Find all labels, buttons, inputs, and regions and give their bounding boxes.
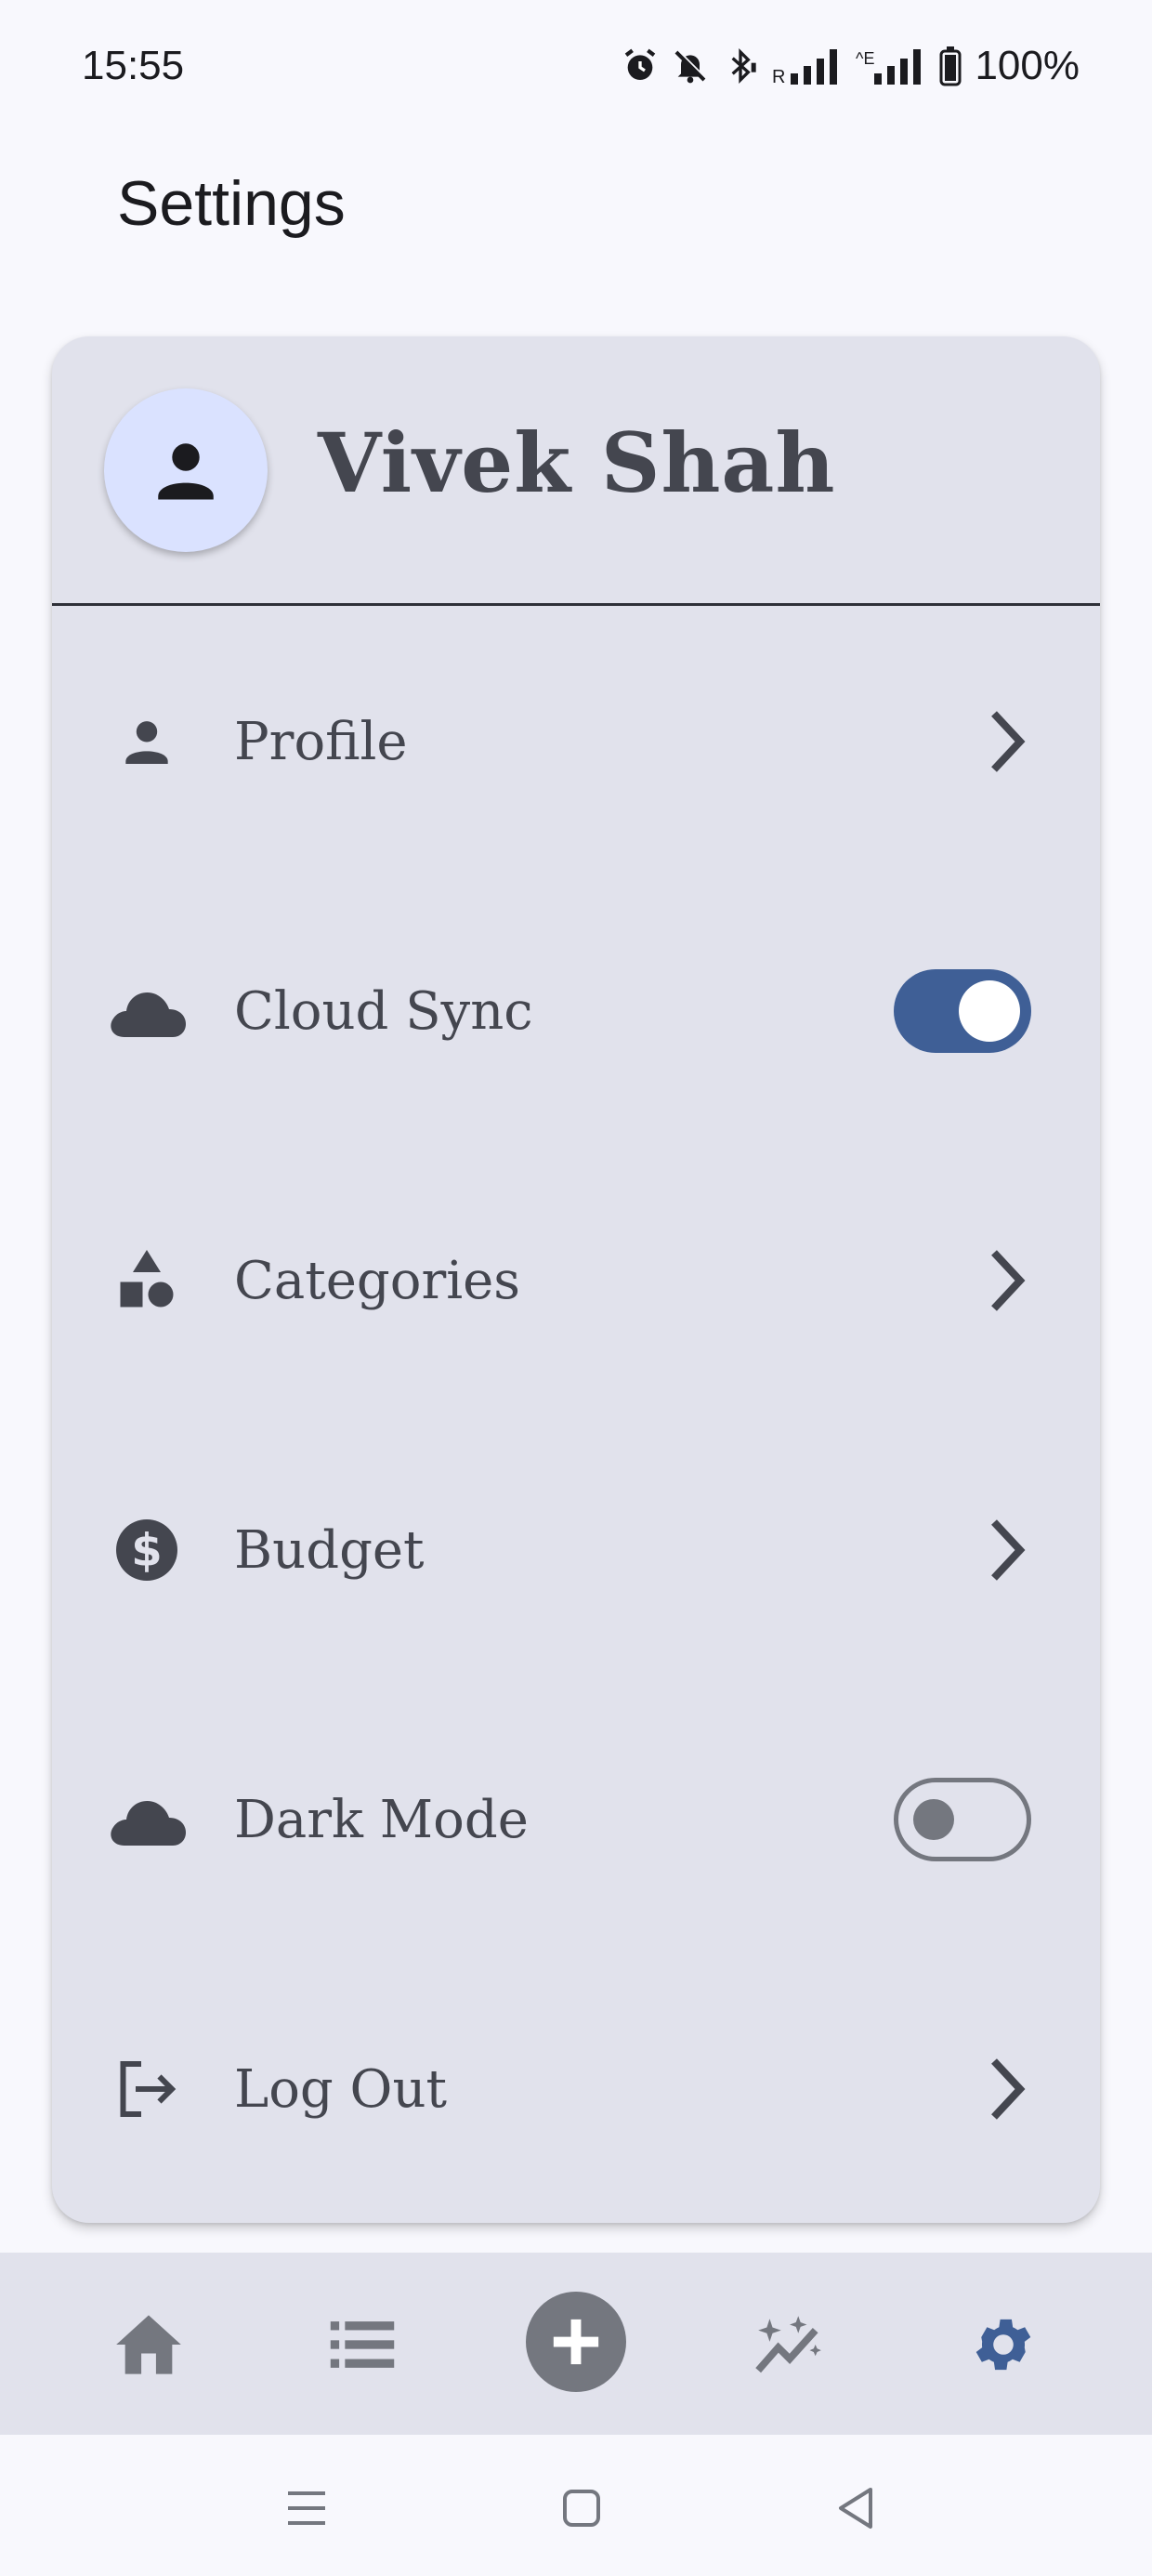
person-icon — [158, 443, 214, 500]
menu-icon — [288, 2491, 325, 2525]
settings-item-categories[interactable]: Categories — [52, 1206, 1100, 1355]
status-icons: R ^E 100% — [622, 43, 1080, 89]
settings-item-label: Categories — [234, 1250, 520, 1311]
chevron-right-icon — [979, 704, 1035, 779]
dollar-icon: $ — [100, 1504, 193, 1597]
logout-icon — [100, 2043, 193, 2136]
cloud-sync-toggle[interactable] — [894, 969, 1031, 1053]
chevron-right-icon — [979, 1513, 1035, 1587]
alarm-icon — [625, 48, 656, 80]
add-icon — [553, 2319, 599, 2365]
person-icon — [100, 695, 193, 788]
svg-text:R: R — [772, 67, 785, 85]
list-icon — [330, 2321, 395, 2368]
settings-item-profile[interactable]: Profile — [52, 667, 1100, 816]
battery-percent: 100% — [975, 43, 1080, 88]
nav-list[interactable] — [311, 2293, 413, 2396]
settings-item-label: Log Out — [234, 2058, 448, 2120]
cloud-icon — [100, 1773, 193, 1866]
nav-add-button[interactable] — [526, 2292, 626, 2392]
recents-button[interactable] — [274, 2476, 339, 2541]
status-time: 15:55 — [82, 43, 185, 88]
bluetooth-icon — [732, 47, 757, 85]
chevron-right-icon — [979, 2052, 1035, 2126]
home-button[interactable] — [549, 2476, 614, 2541]
insights-icon — [755, 2316, 821, 2373]
settings-card: Vivek Shah Profile Cloud Sync Categories… — [52, 336, 1100, 2223]
mute-icon — [674, 49, 708, 84]
settings-item-log-out[interactable]: Log Out — [52, 2015, 1100, 2163]
avatar[interactable] — [104, 388, 268, 552]
settings-item-cloud-sync[interactable]: Cloud Sync — [52, 937, 1100, 1085]
battery-icon — [939, 46, 962, 86]
dark-mode-toggle[interactable] — [894, 1778, 1031, 1861]
chevron-right-icon — [979, 1243, 1035, 1318]
settings-item-label: Budget — [234, 1519, 425, 1581]
settings-item-label: Profile — [234, 711, 408, 772]
signal-r-icon: R — [772, 49, 838, 85]
settings-icon — [975, 2319, 1031, 2371]
settings-item-label: Dark Mode — [234, 1789, 529, 1850]
nav-home[interactable] — [98, 2293, 200, 2396]
signal-e-icon: ^E — [856, 49, 922, 85]
nav-insights[interactable] — [739, 2293, 841, 2396]
nav-settings[interactable] — [952, 2293, 1054, 2396]
system-nav-bar — [0, 2435, 1152, 2576]
svg-text:^E: ^E — [856, 49, 874, 68]
status-bar: 15:55 R ^E 100% — [0, 0, 1152, 139]
page-title: Settings — [117, 168, 346, 239]
profile-header: Vivek Shah — [52, 336, 1100, 606]
svg-text:$: $ — [131, 1525, 162, 1577]
user-name: Vivek Shah — [318, 414, 836, 511]
back-button[interactable] — [823, 2476, 888, 2541]
toggle-knob — [913, 1799, 954, 1840]
settings-item-label: Cloud Sync — [234, 980, 533, 1042]
bottom-nav — [0, 2253, 1152, 2435]
toggle-knob — [959, 980, 1020, 1042]
settings-item-budget[interactable]: $ Budget — [52, 1476, 1100, 1624]
back-triangle-icon — [839, 2488, 872, 2529]
cloud-icon — [100, 965, 193, 1058]
settings-item-dark-mode[interactable]: Dark Mode — [52, 1745, 1100, 1894]
home-icon — [116, 2315, 181, 2374]
shapes-icon — [100, 1234, 193, 1327]
square-icon — [563, 2490, 600, 2527]
